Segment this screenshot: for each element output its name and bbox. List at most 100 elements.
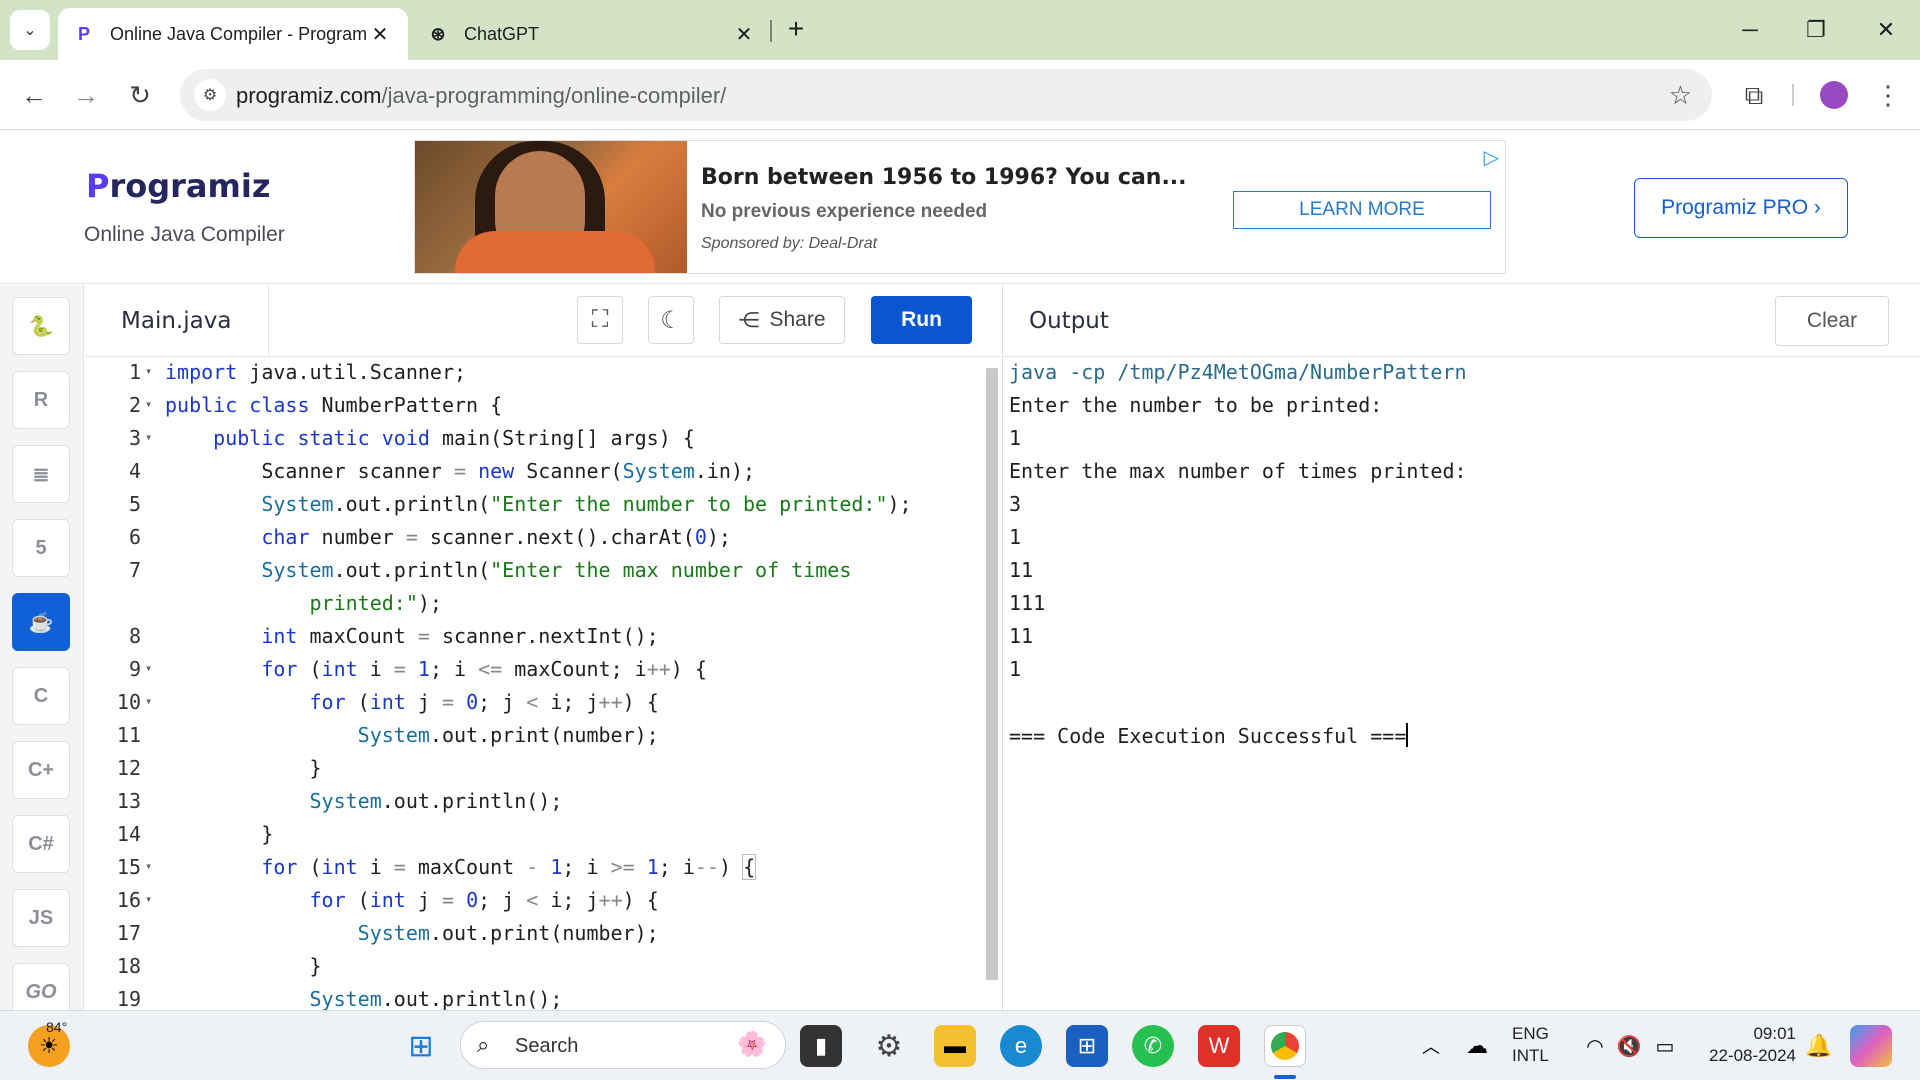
bookmark-star-icon[interactable]: ☆ xyxy=(1669,80,1692,111)
python-icon[interactable]: 🐍 xyxy=(12,297,70,355)
fold-arrow-icon[interactable]: ▾ xyxy=(145,430,152,444)
output-line: 1 xyxy=(1009,657,1022,681)
forward-icon[interactable]: → xyxy=(66,75,106,115)
fold-arrow-icon[interactable]: ▾ xyxy=(145,397,152,411)
fold-arrow-icon[interactable]: ▾ xyxy=(145,661,152,675)
code-line[interactable]: 5 System.out.println("Enter the number t… xyxy=(85,492,987,525)
wps-office-icon[interactable]: W xyxy=(1198,1025,1240,1067)
site-header: Programiz Online Java Compiler Born betw… xyxy=(0,131,1920,284)
output-line: Enter the max number of times printed: xyxy=(1009,459,1467,483)
file-explorer-icon[interactable]: ▬ xyxy=(934,1025,976,1067)
programiz-favicon-icon: P xyxy=(77,23,90,44)
notification-bell-icon[interactable]: 🔔 xyxy=(1798,1025,1840,1067)
code-editor[interactable]: 1 ▾ import java.util.Scanner; 2 ▾ public cla… xyxy=(85,358,987,1010)
settings-gear-icon[interactable]: ⚙ xyxy=(868,1025,910,1067)
code-line[interactable]: 1 ▾ import java.util.Scanner; xyxy=(85,360,987,393)
output-line: 3 xyxy=(1009,492,1022,516)
fold-arrow-icon[interactable]: ▾ xyxy=(145,694,152,708)
windows-start-icon[interactable]: ⊞ xyxy=(400,1025,442,1067)
battery-icon[interactable]: ▭ xyxy=(1644,1025,1686,1067)
close-window-icon[interactable]: ✕ xyxy=(1856,10,1916,50)
task-view-icon[interactable]: ▮ xyxy=(800,1025,842,1067)
javascript-icon[interactable]: JS xyxy=(12,889,70,947)
fullscreen-icon[interactable]: ⛶ xyxy=(577,296,623,344)
clock[interactable]: 09:01 22-08-2024 xyxy=(1698,1023,1796,1067)
share-button[interactable]: ⋲ Share xyxy=(719,296,845,344)
code-line[interactable]: 19 System.out.println(); xyxy=(85,987,987,1010)
chevron-down-icon: ⌄ xyxy=(23,22,37,39)
taskbar-search-box[interactable]: ⌕ Search 🌸 xyxy=(460,1021,786,1069)
code-line[interactable]: 2 ▾ public class NumberPattern { xyxy=(85,393,987,426)
code-line[interactable]: 13 System.out.println(); xyxy=(85,789,987,822)
code-line[interactable]: 6 char number = scanner.next().charAt(0)… xyxy=(85,525,987,558)
tab-online-java-compiler[interactable]: P Online Java Compiler - Program ✕ xyxy=(58,8,408,60)
code-line[interactable]: 14 } xyxy=(85,822,987,855)
extensions-icon[interactable]: ⧉ xyxy=(1734,75,1774,115)
adchoices-icon[interactable]: ▷ xyxy=(1484,145,1499,170)
sql-database-icon[interactable]: ≣ xyxy=(12,445,70,503)
menu-kebab-icon[interactable]: ⋮ xyxy=(1868,75,1908,115)
code-line[interactable]: 15 ▾ for (int i = maxCount - 1; i >= 1; i… xyxy=(85,854,987,888)
advertisement-banner[interactable]: Born between 1956 to 1996? You can... No… xyxy=(414,140,1506,274)
java-icon[interactable]: ☕ xyxy=(12,593,70,651)
code-line[interactable]: 17 System.out.print(number); xyxy=(85,921,987,954)
dark-mode-moon-icon[interactable]: ☾ xyxy=(648,296,694,344)
address-bar[interactable]: ⚙ programiz.com/java-programming/online-… xyxy=(180,69,1712,121)
edge-browser-icon[interactable]: e xyxy=(1000,1025,1042,1067)
close-tab-icon[interactable]: ✕ xyxy=(732,22,756,47)
code-line[interactable]: 4 Scanner scanner = new Scanner(System.i… xyxy=(85,459,987,492)
url-text[interactable]: programiz.com/java-programming/online-co… xyxy=(236,83,726,109)
chrome-icon[interactable] xyxy=(1264,1025,1306,1067)
editor-scrollbar[interactable] xyxy=(986,368,998,980)
code-line[interactable]: 12 } xyxy=(85,756,987,789)
copilot-icon[interactable] xyxy=(1850,1025,1892,1067)
back-icon[interactable]: ← xyxy=(14,75,54,115)
language-sidebar: 🐍 R ≣ 5 ☕ C C+ C# JS GO xyxy=(0,285,84,1021)
profile-avatar[interactable] xyxy=(1820,81,1848,109)
output-console[interactable]: java -cp /tmp/Pz4MetOGma/NumberPattern E… xyxy=(1002,358,1920,1010)
input-language-indicator[interactable]: ENG INTL xyxy=(1512,1023,1549,1067)
code-line[interactable]: 9 ▾ for (int i = 1; i <= maxCount; i++) { xyxy=(85,657,987,690)
restore-icon[interactable]: ❐ xyxy=(1786,10,1846,50)
code-line[interactable]: 18 } xyxy=(85,954,987,987)
learn-more-button[interactable]: LEARN MORE xyxy=(1233,191,1491,229)
tab-chatgpt[interactable]: ⊛ ChatGPT ✕ xyxy=(412,8,772,60)
html5-icon[interactable]: 5 xyxy=(12,519,70,577)
reload-icon[interactable]: ↻ xyxy=(120,75,160,115)
file-tab-main-java[interactable]: Main.java xyxy=(85,285,269,357)
tab-search-button[interactable]: ⌄ xyxy=(10,10,50,50)
code-line[interactable]: 3 ▾ public static void main(String[] args… xyxy=(85,426,987,459)
new-tab-icon[interactable]: + xyxy=(780,14,812,46)
page-subtitle: Online Java Compiler xyxy=(84,223,285,246)
programiz-logo[interactable]: Programiz xyxy=(86,167,270,205)
browser-tab-bar: ⌄ P Online Java Compiler - Program ✕ ⊛ C… xyxy=(0,0,1920,60)
r-language-icon[interactable]: R xyxy=(12,371,70,429)
code-line[interactable]: 8 int maxCount = scanner.nextInt(); xyxy=(85,624,987,657)
show-hidden-icons-icon[interactable]: ︿ xyxy=(1410,1025,1452,1067)
output-line: 11 xyxy=(1009,558,1034,582)
fold-arrow-icon[interactable]: ▾ xyxy=(145,364,152,378)
browser-toolbar: ← → ↻ ⚙ programiz.com/java-programming/o… xyxy=(0,60,1920,130)
site-info-icon[interactable]: ⚙ xyxy=(194,79,226,111)
fold-arrow-icon[interactable]: ▾ xyxy=(145,859,152,873)
minimize-icon[interactable]: ─ xyxy=(1720,10,1780,50)
code-line[interactable]: 10 ▾ for (int j = 0; j < i; j++) { xyxy=(85,690,987,723)
tab-separator xyxy=(770,20,772,42)
code-line[interactable]: 7 System.out.println("Enter the max numb… xyxy=(85,558,987,591)
cpp-language-icon[interactable]: C+ xyxy=(12,741,70,799)
onedrive-cloud-icon[interactable]: ☁ xyxy=(1456,1025,1498,1067)
code-line[interactable]: 11 System.out.print(number); xyxy=(85,723,987,756)
c-language-icon[interactable]: C xyxy=(12,667,70,725)
fold-arrow-icon[interactable]: ▾ xyxy=(145,892,152,906)
output-line: Enter the number to be printed: xyxy=(1009,393,1383,417)
programiz-pro-button[interactable]: Programiz PRO › xyxy=(1634,178,1848,238)
microsoft-store-icon[interactable]: ⊞ xyxy=(1066,1025,1108,1067)
code-line-wrap[interactable]: printed:"); xyxy=(85,591,987,624)
clear-button[interactable]: Clear xyxy=(1775,296,1889,346)
csharp-language-icon[interactable]: C# xyxy=(12,815,70,873)
whatsapp-icon[interactable]: ✆ xyxy=(1132,1025,1174,1067)
close-tab-icon[interactable]: ✕ xyxy=(368,22,392,47)
run-button[interactable]: Run xyxy=(871,296,972,344)
code-line[interactable]: 16 ▾ for (int j = 0; j < i; j++) { xyxy=(85,888,987,921)
ad-image xyxy=(415,141,687,273)
